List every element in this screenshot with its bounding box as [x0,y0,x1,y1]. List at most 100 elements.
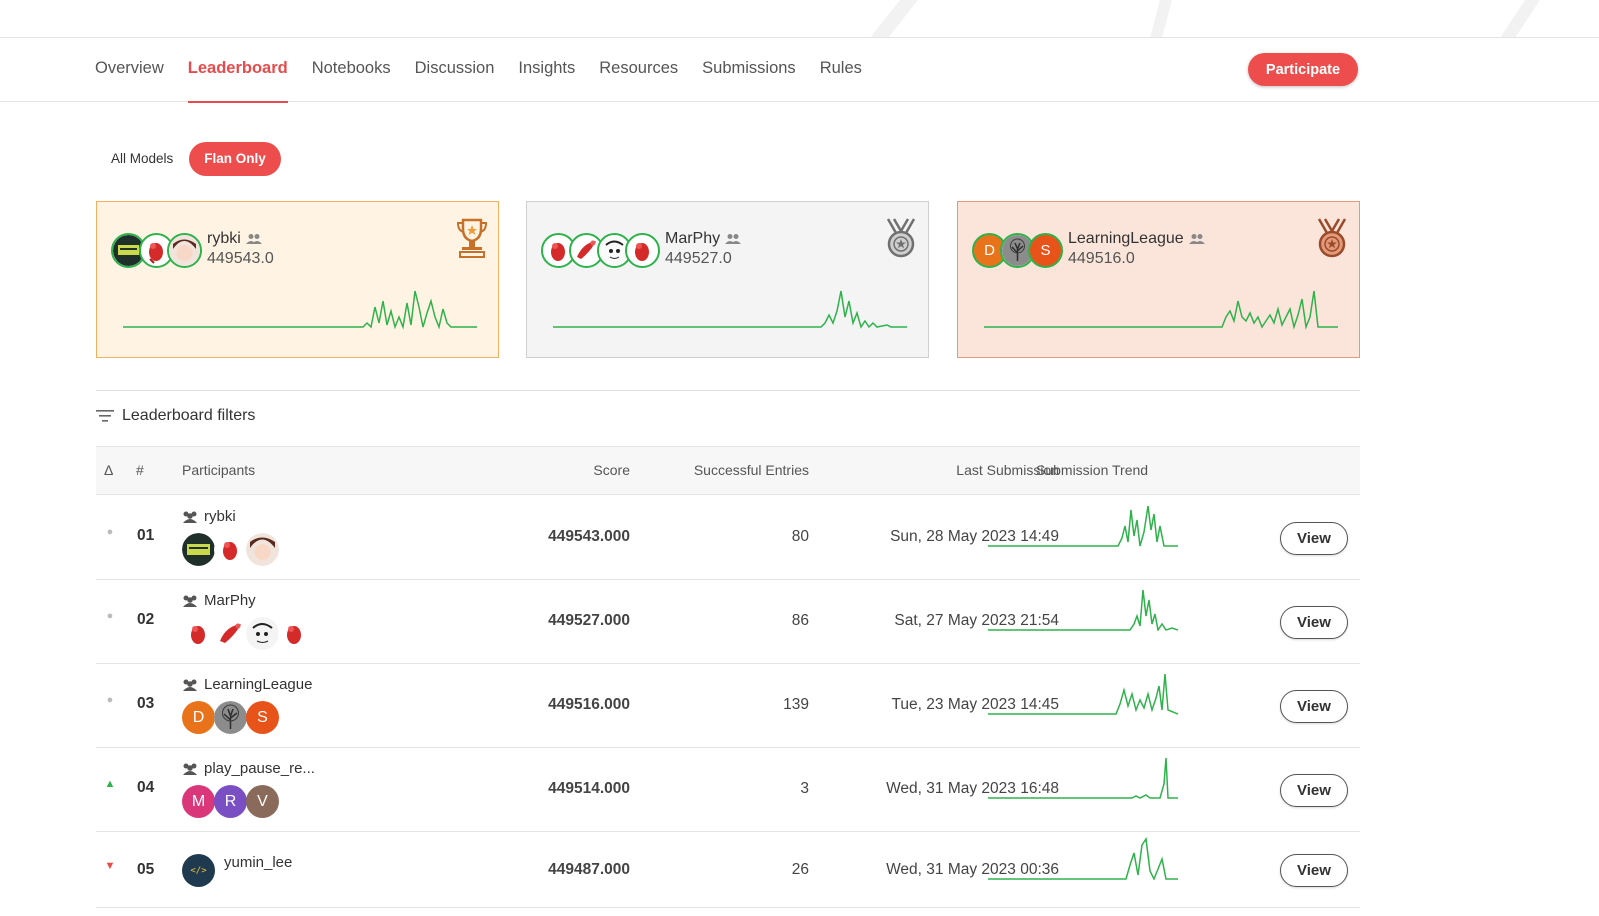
podium-team-name: rybki [207,230,262,248]
successful-entries: 86 [791,612,809,629]
avatar[interactable] [246,533,279,566]
participant-name[interactable]: yumin_lee [224,854,292,871]
team-icon [183,679,197,691]
team-icon [183,763,197,775]
rank: 03 [137,695,155,712]
toggle-all-models[interactable]: All Models [99,142,185,176]
filter-icon [96,410,114,422]
team-icon [183,511,197,523]
user-label: yumin_lee [224,854,293,871]
rank-down-icon: ▼ [104,860,116,872]
tab-discussion[interactable]: Discussion [415,38,495,102]
top-banner-strip [0,0,1599,38]
tab-submissions[interactable]: Submissions [702,38,796,102]
team-label: rybki [204,508,236,525]
filters-label: Leaderboard filters [122,407,256,424]
rank-unchanged-icon: ● [106,526,114,538]
participate-button[interactable]: Participate [1248,53,1358,86]
avatar[interactable] [182,617,215,650]
tab-resources[interactable]: Resources [599,38,678,102]
tab-overview[interactable]: Overview [95,38,164,102]
podium-card-first[interactable]: rybki 449543.0 [96,201,499,358]
col-rank: # [136,462,144,478]
score: 449514.000 [548,780,630,797]
member-avatars [182,533,279,566]
team-icon [245,234,262,244]
rank: 01 [137,527,155,544]
col-entries: Successful Entries [693,462,809,478]
avatar[interactable] [214,701,247,734]
challenge-nav: Overview Leaderboard Notebooks Discussio… [0,38,1599,103]
submission-trend-chart [988,589,1178,631]
tab-leaderboard[interactable]: Leaderboard [187,38,288,103]
avatar: S [1028,233,1063,268]
podium-trend-chart [984,290,1338,330]
participant-name[interactable]: rybki [182,508,236,525]
rank: 02 [137,611,155,628]
participant-name[interactable]: LearningLeague [182,676,312,693]
avatar[interactable]: D [182,701,215,734]
view-button[interactable]: View [1280,606,1348,639]
podium-trend-chart [123,290,477,330]
participant-name[interactable]: MarPhy [182,592,256,609]
avatar[interactable] [214,617,247,650]
col-score: Score [593,462,630,478]
podium-team-name: MarPhy [665,230,742,248]
successful-entries: 80 [791,528,809,545]
avatar[interactable] [246,617,279,650]
successful-entries: 26 [791,861,809,878]
tab-insights[interactable]: Insights [518,38,575,102]
score: 449543.000 [548,528,630,545]
team-label: play_pause_re... [204,760,315,777]
table-row: ▲ 04 play_pause_re... M R V 449514.000 3… [96,748,1360,832]
leaderboard-filters-button[interactable]: Leaderboard filters [96,407,255,425]
view-button[interactable]: View [1280,854,1348,887]
avatar[interactable] [214,533,247,566]
avatar[interactable]: V [246,785,279,818]
avatar[interactable]: R [214,785,247,818]
podium-card-third[interactable]: D S LearningLeague 449516.0 [957,201,1360,358]
team-label: MarPhy [204,592,256,609]
rank-unchanged-icon: ● [106,694,114,706]
tab-rules[interactable]: Rules [820,38,862,102]
view-button[interactable]: View [1280,774,1348,807]
submission-trend-chart [988,505,1178,547]
submission-trend-chart [988,757,1178,799]
team-avatars: D S [972,233,1063,268]
col-participants: Participants [182,462,256,478]
table-row: ● 02 MarPhy 449527.000 86 Sat, 27 May 20… [96,580,1360,664]
submission-trend-chart [988,673,1178,715]
col-delta: Δ [104,462,114,478]
member-avatars: </> [182,854,215,887]
banner-decoration [870,0,1540,37]
tab-notebooks[interactable]: Notebooks [312,38,391,102]
team-avatars [541,233,660,268]
avatar[interactable] [182,533,215,566]
team-icon [725,234,742,244]
table-row: ▼ 05 </> yumin_lee 449487.000 26 Wed, 31… [96,832,1360,908]
podium-score: 449516.0 [1068,250,1135,267]
view-button[interactable]: View [1280,522,1348,555]
podium-team-name: LearningLeague [1068,230,1205,248]
avatar [167,233,202,268]
podium-team-label: rybki [207,230,241,247]
podium-team-label: MarPhy [665,230,721,247]
avatar[interactable]: S [246,701,279,734]
rank: 04 [137,779,155,796]
podium-trend-chart [553,290,907,329]
table-header: Δ # Participants Score Successful Entrie… [96,446,1360,495]
podium-card-second[interactable]: MarPhy 449527.0 [526,201,929,358]
successful-entries: 139 [783,696,809,713]
bronze-medal-icon [1315,217,1349,264]
podium-score: 449527.0 [665,250,732,267]
view-button[interactable]: View [1280,690,1348,723]
team-label: LearningLeague [204,676,313,693]
trophy-icon [456,217,488,264]
avatar[interactable]: M [182,785,215,818]
table-row: ● 03 LearningLeague D S 449516.000 139 T… [96,664,1360,748]
participant-name[interactable]: play_pause_re... [182,760,315,777]
avatar[interactable]: </> [182,854,215,887]
podium-team-label: LearningLeague [1068,230,1184,247]
toggle-flan-only[interactable]: Flan Only [189,142,281,176]
avatar[interactable] [278,617,311,650]
